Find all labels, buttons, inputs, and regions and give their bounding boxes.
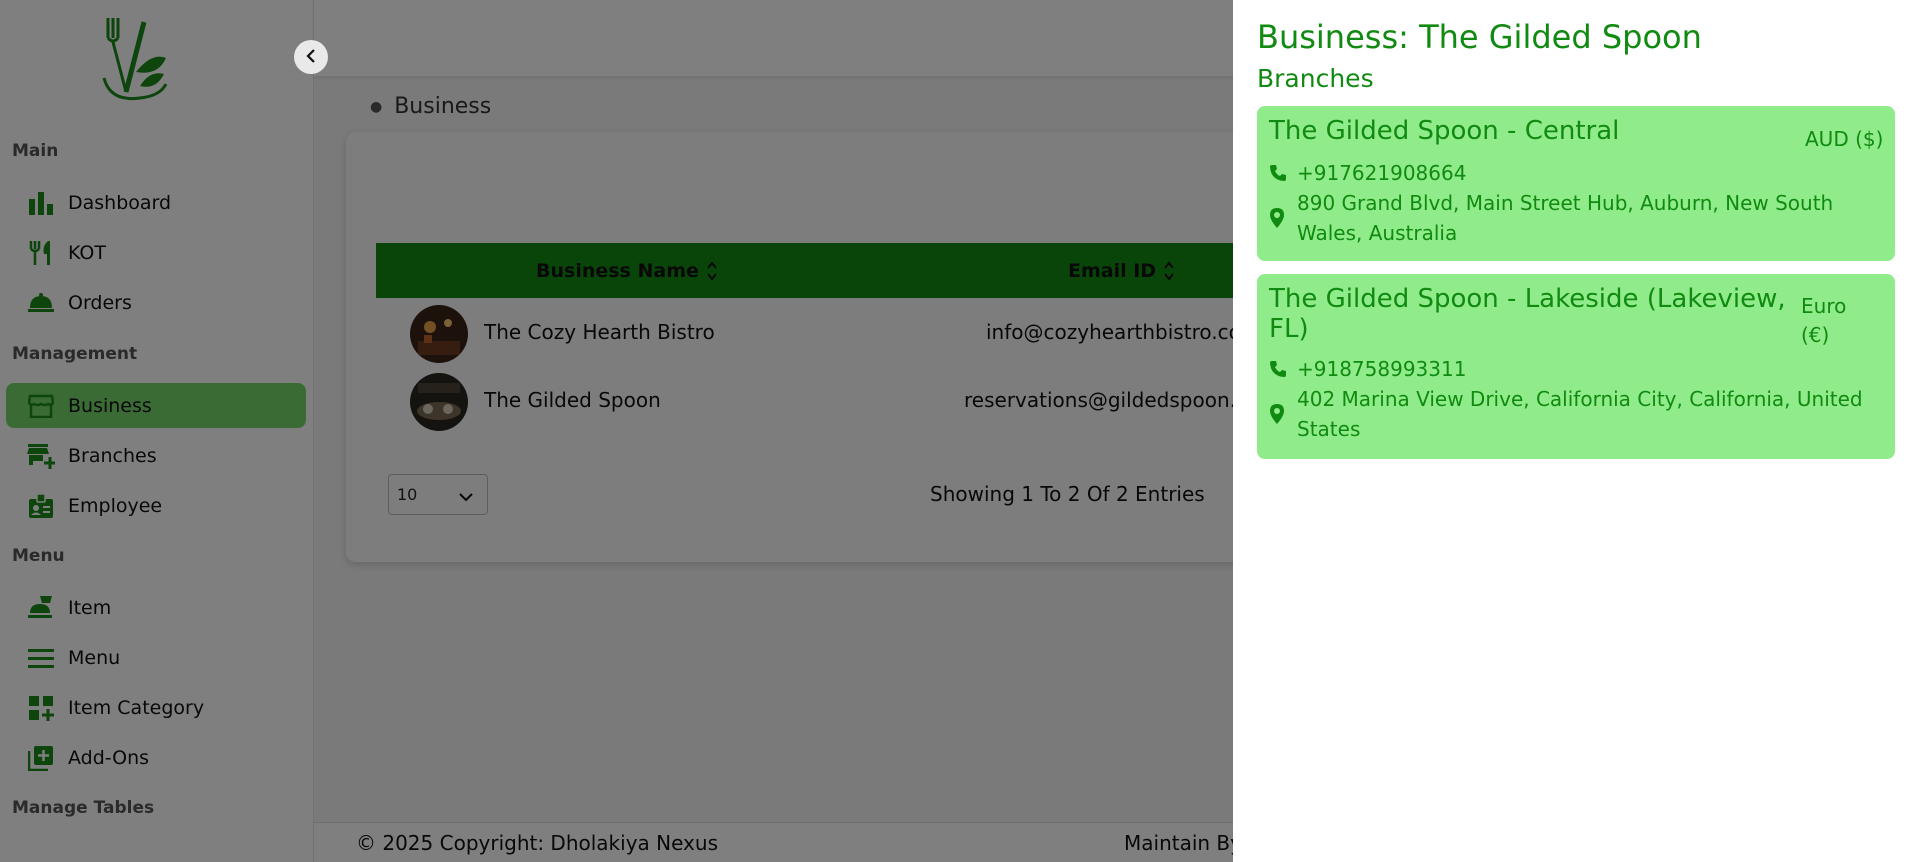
branch-address: 402 Marina View Drive, California City, …: [1269, 384, 1863, 444]
branch-currency: Euro (€): [1801, 292, 1846, 350]
branch-phone: +917621908664: [1269, 158, 1466, 188]
address-line: States: [1297, 417, 1361, 441]
phone-icon: [1269, 354, 1297, 384]
branch-address: 890 Grand Blvd, Main Street Hub, Auburn,…: [1269, 188, 1833, 248]
currency-line: (€): [1801, 323, 1830, 347]
address-line: 402 Marina View Drive, California City, …: [1297, 387, 1863, 411]
phone-number: +917621908664: [1297, 161, 1467, 185]
phone-icon: [1269, 158, 1297, 188]
drawer-title: Business: The Gilded Spoon: [1257, 18, 1702, 56]
branch-currency: AUD ($): [1805, 127, 1884, 151]
branch-card: The Gilded Spoon - Central AUD ($) +9176…: [1257, 106, 1895, 261]
phone-number: +918758993311: [1297, 357, 1467, 381]
branch-card: The Gilded Spoon - Lakeside (Lakeview, F…: [1257, 274, 1895, 459]
location-pin-icon: [1269, 188, 1297, 248]
branch-name-line: The Gilded Spoon - Lakeside (Lakeview,: [1269, 284, 1786, 314]
business-details-drawer: Business: The Gilded Spoon Branches The …: [1233, 0, 1915, 862]
branch-name-line: FL): [1269, 314, 1309, 344]
collapse-sidebar-button[interactable]: [294, 40, 328, 74]
address-line: Wales, Australia: [1297, 221, 1458, 245]
branch-name: The Gilded Spoon - Lakeside (Lakeview, F…: [1269, 284, 1789, 344]
branch-phone: +918758993311: [1269, 354, 1466, 384]
currency-line: Euro: [1801, 294, 1847, 318]
drawer-subtitle: Branches: [1257, 64, 1374, 93]
chevron-left-icon: [305, 48, 317, 67]
address-line: 890 Grand Blvd, Main Street Hub, Auburn,…: [1297, 191, 1834, 215]
location-pin-icon: [1269, 384, 1297, 444]
branch-name: The Gilded Spoon - Central: [1269, 116, 1620, 146]
